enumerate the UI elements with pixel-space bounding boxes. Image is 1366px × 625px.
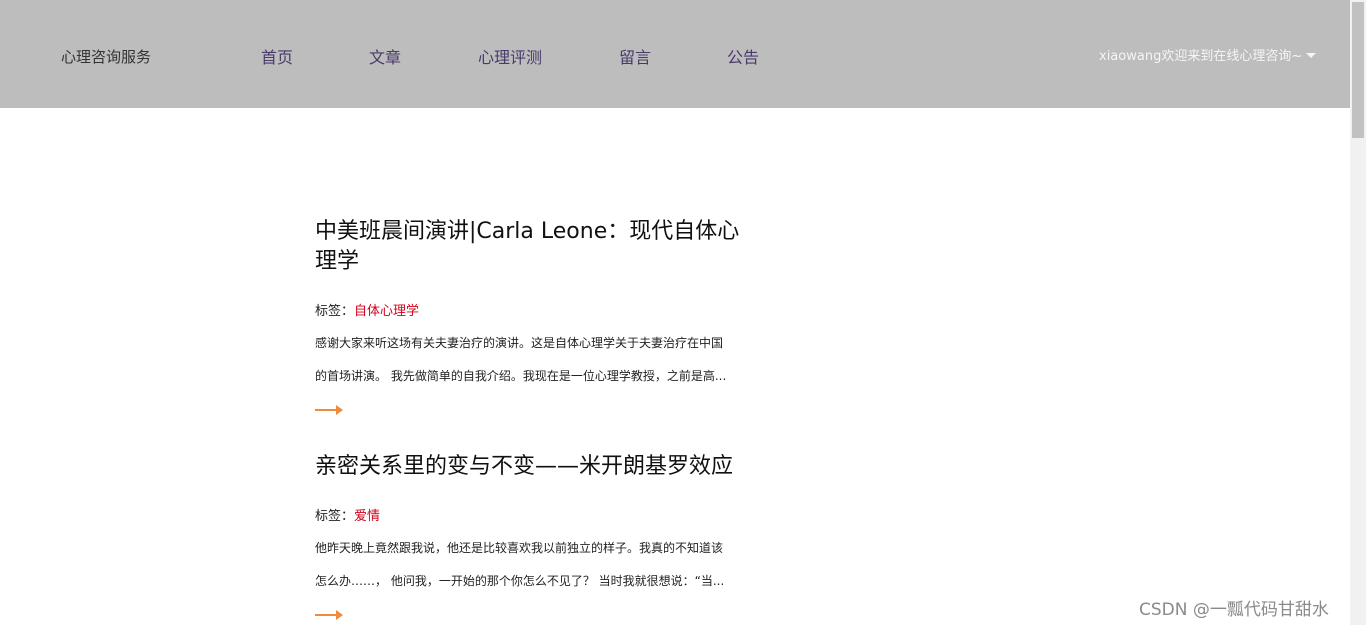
article-title[interactable]: 亲密关系里的变与不变——米开朗基罗效应 <box>315 452 755 482</box>
top-header: 心理咨询服务 首页 文章 心理评测 留言 公告 xiaowang欢迎来到在线心理… <box>0 0 1350 108</box>
user-menu[interactable]: xiaowang欢迎来到在线心理咨询~ <box>1099 45 1317 64</box>
nav-item-home[interactable]: 首页 <box>261 44 293 68</box>
excerpt-line: 感谢大家来听这场有关夫妻治疗的演讲。这是自体心理学关于夫妻治疗在中国 <box>315 336 724 350</box>
user-greeting: xiaowang欢迎来到在线心理咨询~ <box>1099 49 1303 64</box>
tag-label: 标签： <box>315 304 355 319</box>
nav-item-announcements[interactable]: 公告 <box>727 44 759 68</box>
article-tags: 标签：爱情 <box>315 505 755 524</box>
tag-link[interactable]: 自体心理学 <box>354 304 419 319</box>
excerpt-line: 怎么办……， 他问我，一开始的那个你怎么不见了？ 当时我就很想说：“当... <box>315 574 725 588</box>
caret-down-icon <box>1306 52 1317 58</box>
article-excerpt: 感谢大家来听这场有关夫妻治疗的演讲。这是自体心理学关于夫妻治疗在中国 的首场讲演… <box>315 327 755 393</box>
article-card: 亲密关系里的变与不变——米开朗基罗效应 标签：爱情 他昨天晚上竟然跟我说，他还是… <box>315 452 755 620</box>
excerpt-line: 的首场讲演。 我先做简单的自我介绍。我现在是一位心理学教授，之前是高... <box>315 369 727 383</box>
arrow-right-icon[interactable] <box>315 405 343 415</box>
nav-item-assessment[interactable]: 心理评测 <box>478 44 542 68</box>
nav-item-articles[interactable]: 文章 <box>369 44 401 68</box>
article-excerpt: 他昨天晚上竟然跟我说，他还是比较喜欢我以前独立的样子。我真的不知道该 怎么办……… <box>315 532 755 598</box>
page-scrollbar[interactable] <box>1350 0 1366 625</box>
article-card: 中美班晨间演讲|Carla Leone：现代自体心理学 标签：自体心理学 感谢大… <box>315 217 755 415</box>
tag-link[interactable]: 爱情 <box>354 509 380 524</box>
nav-item-messages[interactable]: 留言 <box>619 44 651 68</box>
watermark: CSDN @一瓢代码甘甜水 <box>1139 600 1329 620</box>
article-tags: 标签：自体心理学 <box>315 300 755 319</box>
arrow-right-icon[interactable] <box>315 610 343 620</box>
tag-label: 标签： <box>315 509 355 524</box>
excerpt-line: 他昨天晚上竟然跟我说，他还是比较喜欢我以前独立的样子。我真的不知道该 <box>315 541 724 555</box>
scrollbar-thumb[interactable] <box>1352 2 1364 138</box>
site-brand[interactable]: 心理咨询服务 <box>61 46 151 67</box>
article-title[interactable]: 中美班晨间演讲|Carla Leone：现代自体心理学 <box>315 217 755 277</box>
